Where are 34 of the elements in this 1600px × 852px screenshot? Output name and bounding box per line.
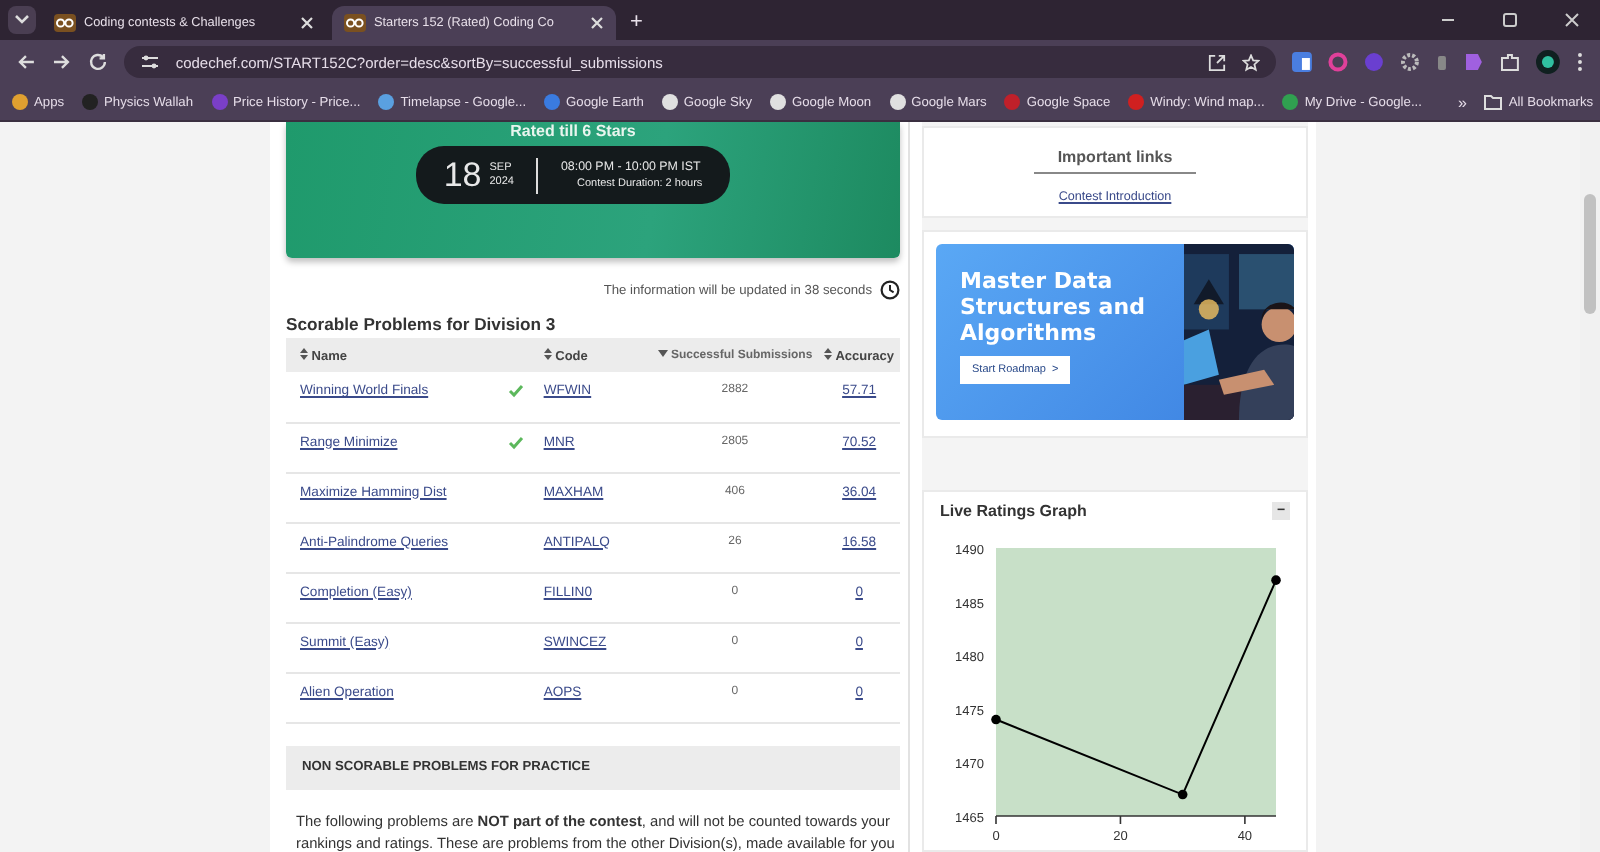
date-day: 18 xyxy=(443,155,482,195)
cc-logo-icon xyxy=(54,14,76,32)
folder-icon xyxy=(1484,94,1503,110)
banner-subtitle: Rated till 6 Stars xyxy=(510,122,636,140)
cc-logo-icon xyxy=(344,14,366,32)
close-icon[interactable] xyxy=(590,16,604,30)
data-point xyxy=(1271,575,1281,585)
back-icon[interactable] xyxy=(16,52,36,72)
forward-icon[interactable] xyxy=(51,52,72,72)
card-title: Important links xyxy=(1033,148,1197,174)
close-icon[interactable] xyxy=(1562,10,1582,30)
menu-icon[interactable] xyxy=(1575,52,1584,72)
ad-title: Master Data Structures and Algorithms xyxy=(960,268,1147,346)
site-settings-icon[interactable] xyxy=(139,54,160,70)
data-point xyxy=(1177,789,1188,800)
clock-icon xyxy=(880,280,900,300)
gear-icon[interactable] xyxy=(1400,52,1421,72)
more-bookmarks-button[interactable]: » xyxy=(1457,93,1467,111)
open-external-icon[interactable] xyxy=(1208,53,1227,71)
ring-icon[interactable] xyxy=(1328,52,1349,72)
maximize-icon[interactable] xyxy=(1500,10,1520,30)
star-icon[interactable] xyxy=(1242,53,1261,71)
extension-icon[interactable] xyxy=(1464,52,1485,72)
chevron-icon xyxy=(14,14,30,26)
new-tab-button[interactable]: + xyxy=(630,10,643,34)
close-icon[interactable] xyxy=(300,16,314,30)
avatar-icon[interactable] xyxy=(1536,50,1560,74)
extension-icon[interactable] xyxy=(1436,52,1449,72)
data-point xyxy=(991,714,1001,725)
reload-icon[interactable] xyxy=(87,52,108,72)
section-heading: Scorable Problems for Division 3 xyxy=(286,314,558,334)
card-title: Live Ratings Graph xyxy=(940,502,1087,520)
tab-list-button[interactable] xyxy=(8,6,36,34)
puzzle-icon[interactable] xyxy=(1500,52,1521,72)
